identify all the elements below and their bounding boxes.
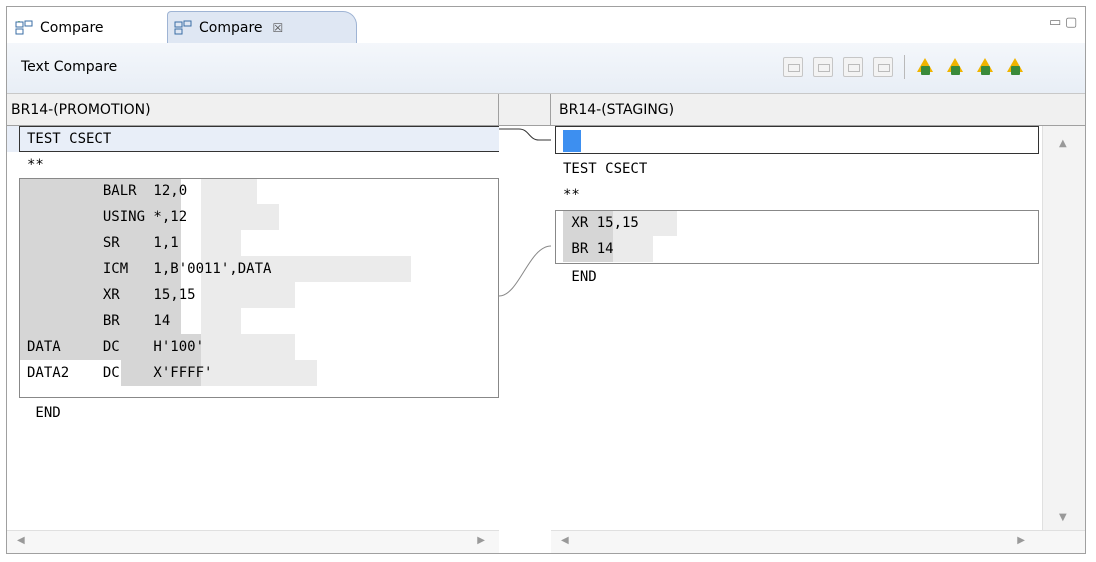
- scroll-left-icon[interactable]: ◀: [17, 535, 25, 546]
- scroll-right-icon[interactable]: ▶: [1017, 535, 1025, 546]
- tab-label: Compare: [40, 20, 104, 36]
- code-line: **: [563, 187, 580, 203]
- next-difference-icon[interactable]: [915, 57, 935, 77]
- right-text-pane[interactable]: TEST CSECT ** XR 15,15 BR 14 END ▲ ▼ ◀ ▶: [551, 126, 1085, 553]
- code-line: DATA2 DC X'FFFF': [27, 365, 213, 381]
- toolbar-title: Text Compare: [21, 59, 118, 75]
- left-text-pane[interactable]: TEST CSECT ** BALR 12,0 USING *,12 SR 1,…: [7, 126, 500, 553]
- code-line: XR 15,15: [563, 215, 639, 231]
- code-line: BR 14: [563, 241, 614, 257]
- code-line: DATA DC H'100': [27, 339, 204, 355]
- next-change-icon[interactable]: [975, 57, 995, 77]
- close-icon[interactable]: ☒: [273, 21, 284, 35]
- scroll-right-icon[interactable]: ▶: [477, 535, 485, 546]
- left-pane-header: BR14-(PROMOTION): [7, 94, 499, 126]
- code-line: XR 15,15: [27, 282, 196, 308]
- scroll-up-icon[interactable]: ▲: [1059, 138, 1067, 149]
- diff-connector-lines: [499, 128, 551, 297]
- code-line: TEST CSECT: [563, 161, 648, 177]
- code-line: BALR 12,0: [27, 178, 187, 204]
- tab-label: Compare: [199, 19, 263, 36]
- tab-compare-1[interactable]: Compare: [15, 14, 165, 42]
- copy-all-right-to-left-icon[interactable]: [813, 57, 833, 77]
- code-line: SR 1,1: [27, 230, 179, 256]
- copy-change-right-to-left-icon[interactable]: [873, 57, 893, 77]
- right-vertical-scrollbar[interactable]: ▲ ▼: [1042, 126, 1085, 531]
- copy-all-left-to-right-icon[interactable]: [783, 57, 803, 77]
- compare-view: Compare Compare ☒ ▭ ▢ Text Compare BR14-…: [6, 6, 1086, 554]
- maximize-icon[interactable]: ▢: [1065, 15, 1077, 30]
- code-line: USING *,12: [27, 204, 187, 230]
- left-horizontal-scrollbar[interactable]: ◀ ▶: [7, 530, 499, 553]
- compare-icon: [174, 20, 192, 36]
- code-line: TEST CSECT: [27, 131, 112, 147]
- diff-block-border: [555, 126, 1039, 154]
- tab-bar: Compare Compare ☒ ▭ ▢: [7, 7, 1085, 44]
- compare-icon: [15, 20, 33, 36]
- diff-connector-pane: [499, 126, 552, 553]
- right-pane-header: BR14-(STAGING): [551, 94, 1085, 126]
- compare-toolbar: Text Compare: [7, 43, 1085, 94]
- previous-difference-icon[interactable]: [945, 57, 965, 77]
- scroll-down-icon[interactable]: ▼: [1059, 512, 1067, 523]
- toolbar-separator: [904, 55, 905, 79]
- code-line: ICM 1,B'0011',DATA: [27, 256, 272, 282]
- previous-change-icon[interactable]: [1005, 57, 1025, 77]
- tab-compare-2[interactable]: Compare ☒: [167, 11, 357, 43]
- right-horizontal-scrollbar[interactable]: ◀ ▶: [551, 530, 1085, 553]
- minimize-icon[interactable]: ▭: [1049, 15, 1061, 30]
- code-line: END: [27, 405, 61, 421]
- code-line: END: [563, 269, 597, 285]
- copy-change-left-to-right-icon[interactable]: [843, 57, 863, 77]
- code-line: **: [27, 157, 44, 173]
- code-line: BR 14: [27, 308, 170, 334]
- scroll-left-icon[interactable]: ◀: [561, 535, 569, 546]
- center-pane-header: [499, 94, 551, 126]
